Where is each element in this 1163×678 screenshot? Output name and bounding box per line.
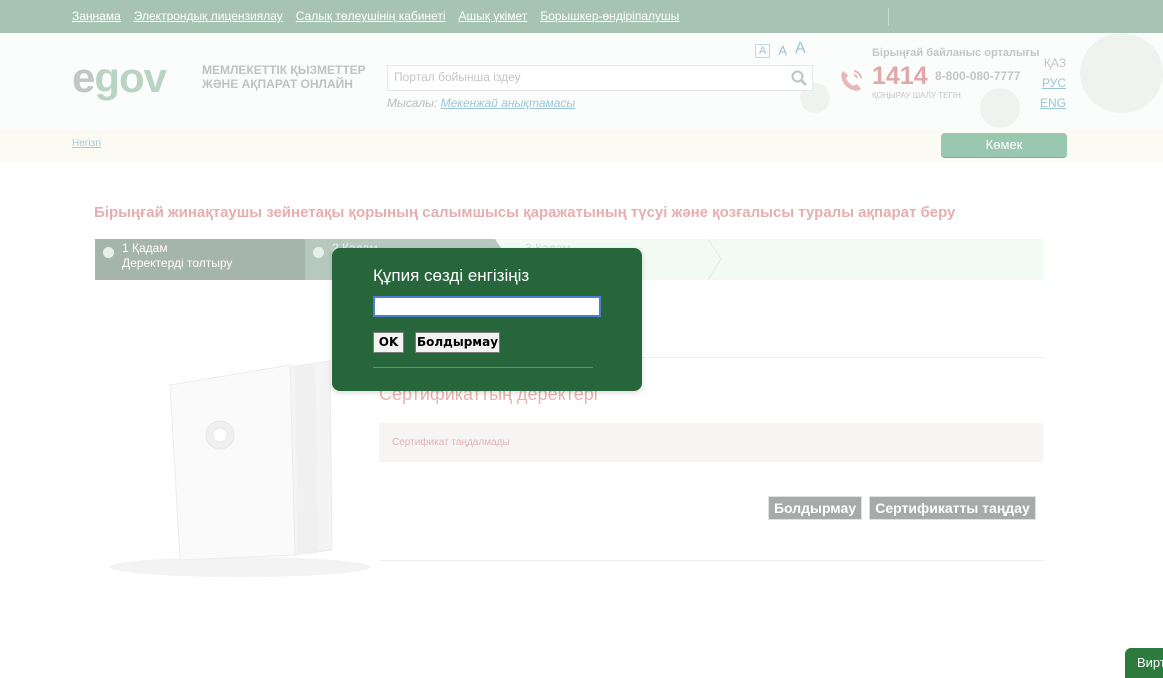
nav-link-open-government[interactable]: Ашық үкімет: [459, 9, 528, 23]
breadcrumb-bar: Негізгі Көмек: [0, 130, 1163, 161]
tagline: МЕМЛЕКЕТТІК ҚЫЗМЕТТЕР ЖӘНЕ АҚПАРАТ ОНЛАЙ…: [202, 63, 366, 91]
check-icon: [103, 247, 114, 258]
page-title: Бірыңғай жинақтаушы зейнетақы қорының са…: [94, 204, 956, 221]
font-size-switcher: A A A: [755, 40, 806, 58]
contact-number: 1414: [872, 62, 928, 90]
nav-divider: [888, 8, 889, 26]
certificate-status-box: Сертификат таңдалмады: [379, 423, 1043, 462]
search-example: Мысалы: Мекенжай анықтамасы: [387, 96, 576, 110]
nav-link-e-licensing[interactable]: Электрондық лицензиялау: [134, 9, 283, 23]
language-switcher: ҚАЗ РУС ENG: [1040, 53, 1066, 113]
decor-circle: [1080, 33, 1163, 113]
nav-link-debtor[interactable]: Борышкер-өндіріпалушы: [540, 9, 679, 23]
divider: [379, 560, 1044, 561]
search-box: [387, 65, 813, 91]
step-divider-icon: [708, 239, 722, 280]
search-icon[interactable]: [791, 70, 807, 86]
nav-link-taxpayer-cabinet[interactable]: Салық төлеушінің кабинеті: [296, 9, 446, 23]
select-certificate-button[interactable]: Сертификатты таңдау: [869, 496, 1036, 520]
example-link[interactable]: Мекенжай анықтамасы: [441, 96, 576, 110]
binder-illustration: [110, 360, 370, 577]
password-input[interactable]: [373, 296, 601, 317]
contact-center: Бірыңғай байланыс орталығы 1414 8-800-08…: [835, 47, 1050, 117]
lang-rus[interactable]: РУС: [1040, 73, 1066, 93]
contact-title: Бірыңғай байланыс орталығы: [872, 47, 1040, 59]
password-dialog: Құпия сөзді енгізіңіз OK Болдырмау: [332, 248, 642, 391]
call-free-text: ҚОҢЫРАУ ШАЛУ ТЕГІН: [872, 91, 961, 100]
help-button[interactable]: Көмек: [941, 133, 1067, 157]
top-links: Заңнама Электрондық лицензиялау Салық тө…: [72, 9, 679, 23]
font-size-small[interactable]: A: [755, 44, 771, 58]
arrow-circle-icon: [313, 247, 324, 258]
dialog-divider: [373, 367, 593, 368]
header: egov МЕМЛЕКЕТТІК ҚЫЗМЕТТЕР ЖӘНЕ АҚПАРАТ …: [0, 33, 1163, 130]
top-navigation: Заңнама Электрондық лицензиялау Салық тө…: [0, 0, 1163, 33]
step-1: 1 Қадам Деректерді толтыру: [95, 239, 305, 280]
breadcrumb-home[interactable]: Негізгі: [72, 138, 101, 149]
lang-eng[interactable]: ENG: [1040, 93, 1066, 113]
contact-phone: 8-800-080-7777: [935, 69, 1021, 83]
search-input[interactable]: [388, 66, 790, 88]
cancel-button[interactable]: Болдырмау: [768, 496, 862, 520]
certificate-status: Сертификат таңдалмады: [392, 437, 510, 448]
dialog-cancel-button[interactable]: Болдырмау: [415, 332, 500, 353]
phone-icon: [841, 70, 862, 91]
egov-logo[interactable]: egov: [72, 57, 167, 99]
font-size-medium[interactable]: A: [778, 43, 787, 58]
font-size-large[interactable]: A: [795, 40, 806, 58]
virtual-assistant-tab[interactable]: Вирт: [1125, 648, 1163, 678]
nav-link-legislation[interactable]: Заңнама: [72, 9, 121, 23]
lang-kaz: ҚАЗ: [1043, 56, 1066, 70]
dialog-title: Құпия сөзді енгізіңіз: [373, 266, 530, 285]
ok-button[interactable]: OK: [373, 332, 404, 353]
